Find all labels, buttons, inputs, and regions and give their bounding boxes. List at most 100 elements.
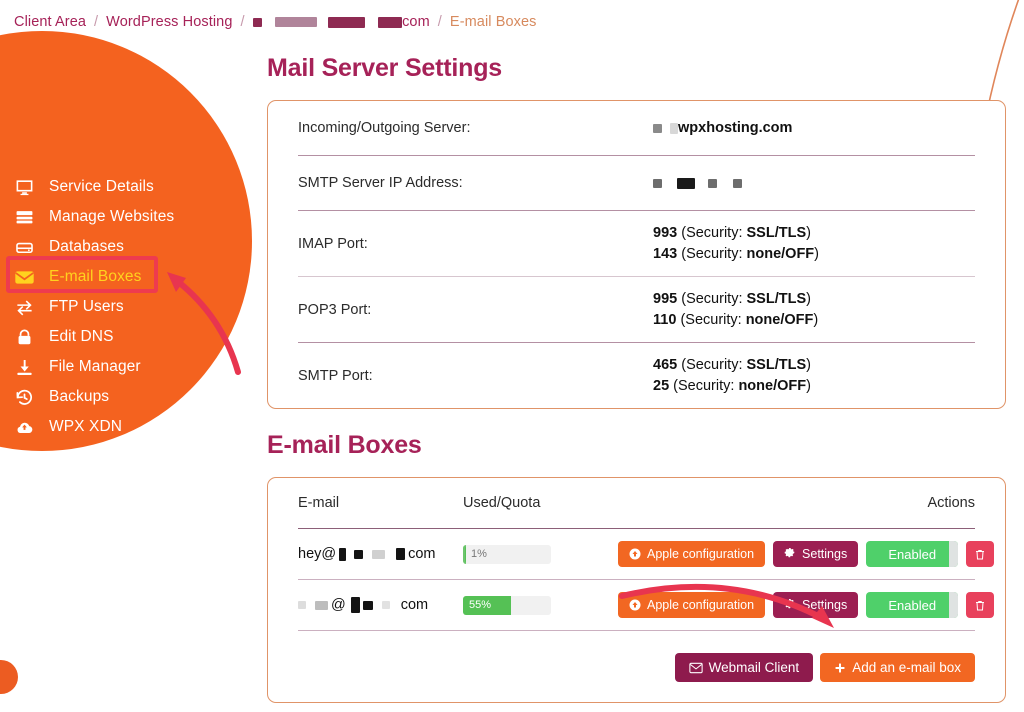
status-badge-label: Enabled [888, 597, 937, 613]
history-icon [14, 387, 35, 408]
toggle-handle [949, 541, 959, 567]
delete-button[interactable] [966, 541, 995, 567]
breadcrumb-item-domain[interactable]: com [252, 14, 430, 30]
security-suffix: ) [806, 356, 811, 373]
redaction-block [362, 600, 373, 610]
security-suffix: ) [806, 224, 811, 241]
row-value: wpxhosting.com [653, 120, 792, 136]
port-line: 143 (Security: none/OFF) [653, 244, 819, 265]
settings-button[interactable]: Settings [773, 541, 859, 567]
email-address: @ com [298, 597, 463, 613]
button-label: Settings [802, 598, 848, 612]
apple-configuration-button[interactable]: Apple configuration [618, 541, 766, 567]
quota-progress-bar: 1% [463, 544, 551, 564]
sidebar-item-label: Service Details [49, 178, 154, 195]
row-value: 465 (Security: SSL/TLS) 25 (Security: no… [653, 355, 811, 397]
redaction-block [381, 601, 390, 609]
email-prefix: hey@ [298, 546, 337, 562]
breadcrumb-item-wordpress-hosting[interactable]: WordPress Hosting [106, 14, 232, 30]
sidebar-item-service-details[interactable]: Service Details [0, 172, 250, 202]
security-prefix: (Security: [681, 245, 747, 262]
security-value: none/OFF [745, 311, 814, 328]
breadcrumb-item-current: E-mail Boxes [449, 14, 537, 30]
cloud-upload-icon [14, 417, 35, 438]
breadcrumb-separator: / [437, 14, 442, 30]
mail-server-settings-card: Incoming/Outgoing Server: wpxhosting.com… [267, 100, 1006, 409]
port-number: 25 [653, 377, 670, 394]
sidebar-item-label: Backups [49, 388, 110, 405]
email-boxes-title: E-mail Boxes [267, 431, 422, 459]
sidebar-nav: Service Details Manage Websites Database… [0, 172, 250, 442]
port-number: 110 [653, 311, 677, 328]
redaction-block [653, 123, 662, 133]
apple-configuration-button[interactable]: Apple configuration [618, 592, 766, 618]
trash-icon [974, 548, 986, 561]
sidebar-item-manage-websites[interactable]: Manage Websites [0, 202, 250, 232]
main-content: Mail Server Settings Incoming/Outgoing S… [267, 54, 1006, 703]
lock-icon [14, 327, 35, 348]
security-value: SSL/TLS [746, 224, 807, 241]
table-footer-actions: Webmail Client Add an e-mail box [268, 631, 1005, 702]
add-email-box-button[interactable]: Add an e-mail box [820, 653, 975, 682]
port-line: 25 (Security: none/OFF) [653, 376, 811, 397]
redaction-block [670, 122, 679, 134]
webmail-client-button[interactable]: Webmail Client [674, 653, 814, 682]
redaction-block [252, 17, 262, 27]
plus-icon [834, 662, 846, 674]
server-hostname: wpxhosting.com [678, 120, 793, 136]
sidebar-item-wpx-xdn[interactable]: WPX XDN [0, 412, 250, 442]
page-root: Client Area / WordPress Hosting / com / … [0, 0, 1024, 712]
redaction-block [708, 178, 718, 188]
sidebar-item-file-manager[interactable]: File Manager [0, 352, 250, 382]
quota-progress-bar: 55% [463, 595, 551, 615]
email-address: hey@ com [298, 546, 463, 562]
sidebar-item-email-boxes[interactable]: E-mail Boxes [0, 262, 250, 292]
port-line: 993 (Security: SSL/TLS) [653, 223, 819, 244]
sidebar-item-label: Manage Websites [49, 208, 175, 225]
button-label: Apple configuration [647, 547, 755, 561]
redaction-block [298, 601, 306, 609]
status-badge-label: Enabled [888, 546, 937, 562]
breadcrumb-domain-tld: com [402, 14, 430, 30]
toggle-handle [949, 592, 959, 618]
row-label: SMTP Server IP Address: [298, 175, 463, 191]
row-divider [298, 342, 975, 343]
settings-button[interactable]: Settings [773, 592, 859, 618]
table-row: @ com 55% Apple configuration Settings E… [268, 580, 1005, 630]
sidebar-item-label: FTP Users [49, 298, 124, 315]
row-label: Incoming/Outgoing Server: [298, 120, 471, 136]
delete-button[interactable] [966, 592, 995, 618]
security-suffix: ) [814, 245, 820, 262]
sidebar-item-ftp-users[interactable]: FTP Users [0, 292, 250, 322]
row-actions: Apple configuration Settings Enabled [618, 592, 995, 618]
security-prefix: (Security: [680, 311, 746, 328]
port-number: 143 [653, 245, 678, 262]
status-toggle-enabled[interactable]: Enabled [866, 592, 959, 618]
redaction-block [350, 597, 360, 613]
sidebar-item-label: Databases [49, 238, 125, 255]
sidebar-item-edit-dns[interactable]: Edit DNS [0, 322, 250, 352]
port-number: 993 [653, 224, 678, 241]
redaction-block [677, 177, 696, 189]
security-prefix: (Security: [673, 377, 739, 394]
server-icon [14, 207, 35, 228]
sidebar-item-label: WPX XDN [49, 418, 123, 435]
download-circle-icon [629, 548, 641, 560]
button-label: Apple configuration [647, 598, 755, 612]
row-label: SMTP Port: [298, 367, 373, 384]
security-value: SSL/TLS [746, 356, 807, 373]
column-header-email: E-mail [298, 495, 340, 511]
sidebar-item-backups[interactable]: Backups [0, 382, 250, 412]
table-row: IMAP Port: 993 (Security: SSL/TLS) 143 (… [268, 211, 1005, 276]
row-label: POP3 Port: [298, 301, 372, 318]
breadcrumb-item-client-area[interactable]: Client Area [14, 14, 86, 30]
table-row: SMTP Server IP Address: [268, 156, 1005, 210]
sidebar-item-databases[interactable]: Databases [0, 232, 250, 262]
sidebar-item-label: E-mail Boxes [49, 268, 142, 285]
status-toggle-enabled[interactable]: Enabled [866, 541, 959, 567]
quota-cell: 55% [463, 595, 618, 615]
exchange-arrows-icon [14, 297, 35, 318]
security-suffix: ) [806, 290, 811, 307]
redaction-block [396, 548, 406, 560]
port-line: 110 (Security: none/OFF) [653, 310, 818, 331]
